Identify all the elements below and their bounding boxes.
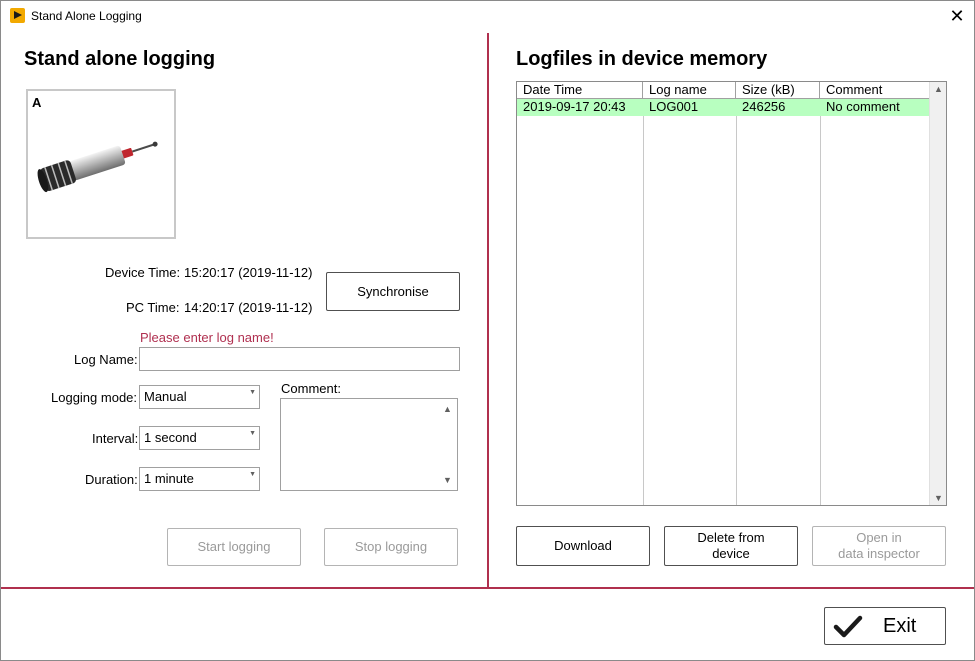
comment-scrollbar[interactable]: ▲ ▼ [440,400,456,489]
close-button[interactable]: ✕ [939,1,975,31]
table-cell: LOG001 [649,99,699,114]
exit-label: Exit [883,615,917,637]
probe-icon [37,141,158,193]
open-in-data-inspector-button[interactable]: Open in data inspector [812,526,946,566]
duration-label: Duration: [85,472,138,487]
scroll-up-icon[interactable]: ▲ [443,404,452,414]
table-scrollbar[interactable]: ▲ ▼ [929,82,946,505]
footer-divider [1,587,974,589]
main-window: Stand Alone Logging ✕ Stand alone loggin… [0,0,975,661]
window-title: Stand Alone Logging [31,9,142,23]
pc-time-label: PC Time: [126,300,180,315]
log-name-label: Log Name: [74,352,138,367]
exit-button[interactable]: Exit [824,607,946,645]
scroll-down-icon[interactable]: ▼ [934,493,943,503]
interval-label: Interval: [92,431,139,446]
checkmark-icon [833,615,863,638]
device-time-label: Device Time: [105,265,181,280]
panel-divider [487,33,489,587]
column-divider [820,99,821,505]
log-name-input[interactable] [139,347,460,371]
logging-mode-label: Logging mode: [51,390,138,405]
title-bar: Stand Alone Logging ✕ [1,1,974,31]
duration-value: 1 minute [144,471,194,486]
interval-value: 1 second [144,430,197,445]
download-button[interactable]: Download [516,526,650,566]
table-cell: 246256 [742,99,786,114]
interval-select[interactable]: 1 second ▼ [139,426,260,450]
comment-textarea[interactable]: ▲ ▼ [280,398,458,491]
delete-from-device-button[interactable]: Delete from device [664,526,798,566]
scroll-down-icon[interactable]: ▼ [443,475,452,485]
logfiles-table[interactable]: Date Time Log name Size (kB) Comment 201… [516,81,947,506]
dropdown-arrow-icon: ▼ [249,471,256,478]
comment-label: Comment: [281,381,341,396]
pc-time-value: 14:20:17 (2019-11-12) [184,300,313,315]
duration-select[interactable]: 1 minute ▼ [139,467,260,491]
column-header[interactable]: Size (kB) [736,82,820,99]
stop-logging-button[interactable]: Stop logging [324,528,458,566]
close-icon: ✕ [949,6,965,26]
dropdown-arrow-icon: ▼ [249,430,256,437]
device-image: A [26,89,176,239]
dropdown-arrow-icon: ▼ [249,389,256,396]
column-divider [643,99,644,505]
app-icon [10,8,25,23]
column-header[interactable]: Date Time [517,82,643,99]
column-header[interactable]: Log name [643,82,736,99]
column-header[interactable]: Comment [820,82,929,99]
logging-mode-value: Manual [144,389,187,404]
column-divider [736,99,737,505]
device-time-value: 15:20:17 (2019-11-12) [184,265,313,280]
left-panel-title: Stand alone logging [24,48,216,70]
logging-mode-select[interactable]: Manual ▼ [139,385,260,409]
synchronise-button[interactable]: Synchronise [326,272,460,311]
scroll-up-icon[interactable]: ▲ [934,84,943,94]
log-name-warning: Please enter log name! [140,330,274,345]
table-header: Date Time Log name Size (kB) Comment [517,82,929,99]
table-cell: 2019-09-17 20:43 [523,99,626,114]
right-panel-title: Logfiles in device memory [516,48,768,70]
table-row[interactable]: 2019-09-17 20:43 LOG001 246256 No commen… [517,99,929,116]
start-logging-button[interactable]: Start logging [167,528,301,566]
table-cell: No comment [826,99,900,114]
